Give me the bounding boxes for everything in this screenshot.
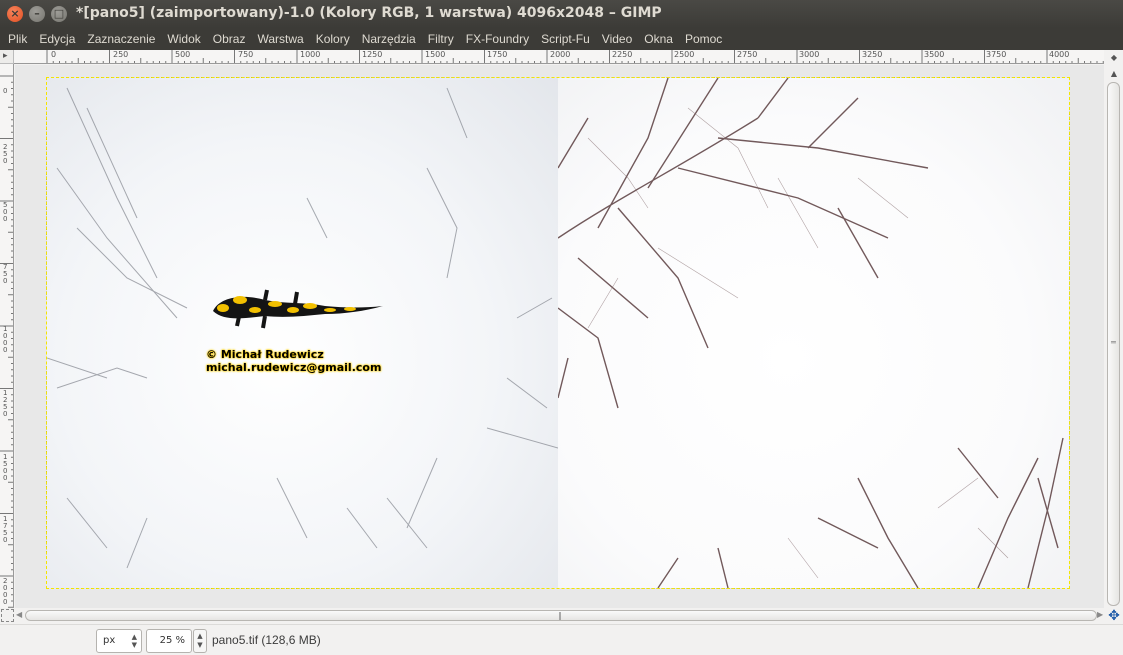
maximize-window-button[interactable]: □ [51,6,67,22]
menu-fx-foundry[interactable]: FX-Foundry [460,32,535,46]
menu-warstwa[interactable]: Warstwa [251,32,309,46]
minimize-icon: – [34,7,40,20]
ruler-corner-menu-button[interactable]: ▸ [0,50,14,64]
ruler-label: 250 [113,50,129,59]
unit-value: px [103,635,116,646]
ruler-label: 1500 [3,453,8,482]
ruler-label: 2000 [3,577,8,606]
ruler-label: 750 [238,50,254,59]
vertical-scrollbar[interactable]: ◆ ▲ ═ [1105,50,1123,608]
panorama-image[interactable]: © Michał Rudewicz michal.rudewicz@gmail.… [47,78,1069,588]
ruler-label: 500 [3,201,8,223]
file-info: pano5.tif (128,6 MB) [212,633,321,647]
gimp-window: × – □ *[pano5] (zaimportowany)-1.0 (Kolo… [0,0,1123,655]
menu-pomoc[interactable]: Pomoc [679,32,728,46]
menu-narzedzia[interactable]: Narzędzia [356,32,422,46]
ruler-label: 2500 [674,50,695,59]
ruler-label: 1250 [3,389,8,418]
menu-plik[interactable]: Plik [2,32,33,46]
ruler-label: 0 [51,50,57,59]
maximize-icon: □ [53,7,65,20]
menu-bar: Plik Edycja Zaznaczenie Widok Obraz Wars… [0,28,1123,50]
zoom-value: 25 % [159,635,185,646]
copyright-watermark: © Michał Rudewicz michal.rudewicz@gmail.… [206,348,381,374]
fire-salamander-drawing [213,289,383,329]
menu-filtry[interactable]: Filtry [422,32,460,46]
snow-ground-half: © Michał Rudewicz michal.rudewicz@gmail.… [47,78,558,588]
scroll-up-icon[interactable]: ▲ [1108,68,1120,80]
horizontal-scroll-thumb[interactable]: ‖ [25,610,1097,621]
navigate-icon[interactable]: ✥ [1106,608,1122,624]
bare-trees-drawing [558,78,1064,588]
ruler-label: 1750 [3,515,8,544]
menu-obraz[interactable]: Obraz [207,32,252,46]
horizontal-ruler[interactable]: 0 250 500 750 1000 1250 1500 1750 2000 2… [14,50,1104,64]
sky-trees-half [558,78,1069,588]
menu-widok[interactable]: Widok [161,32,206,46]
menu-kolory[interactable]: Kolory [310,32,356,46]
ruler-label: 1750 [487,50,508,59]
ruler-label: 3250 [862,50,883,59]
menu-script-fu[interactable]: Script-Fu [535,32,596,46]
ruler-label: 1000 [3,325,8,354]
zoom-to-fit-toggle[interactable]: ◆ [1108,52,1120,64]
ruler-label: 4000 [1049,50,1070,59]
close-window-button[interactable]: × [7,6,23,22]
ruler-label: 3500 [924,50,945,59]
grip-icon: ‖ [558,611,562,620]
close-icon: × [10,7,20,20]
unit-selector[interactable]: px ▲ ▼ [96,629,142,653]
arrow-right-icon: ▸ [3,51,8,61]
dry-grass-drawing [47,87,558,569]
status-bar: px ▲ ▼ 25 % ▲ ▼ pano5.tif (128,6 MB) [0,624,1123,655]
ruler-label: 500 [175,50,191,59]
ruler-label: 3000 [799,50,820,59]
ruler-label: 2000 [550,50,571,59]
grip-icon: ═ [1111,338,1116,347]
updown-icon: ▲ ▼ [131,633,137,649]
updown-icon: ▲ ▼ [197,632,203,649]
window-title: *[pano5] (zaimportowany)-1.0 (Kolory RGB… [76,5,662,21]
minimize-window-button[interactable]: – [29,6,45,22]
menu-okna[interactable]: Okna [638,32,679,46]
canvas-area: ▸ 0 250 500 750 1000 1250 1500 1750 2000… [0,50,1123,624]
ruler-label: 3750 [986,50,1007,59]
ruler-label: 0 [3,87,8,95]
menu-edycja[interactable]: Edycja [33,32,81,46]
watermark-author: © Michał Rudewicz [206,348,324,361]
zoom-dropdown-button[interactable]: ▲ ▼ [193,629,207,653]
vertical-ruler[interactable]: 0 250 500 750 1000 1250 1500 1750 2000 [0,64,14,608]
vertical-scroll-thumb[interactable]: ═ [1107,82,1120,606]
title-bar: × – □ *[pano5] (zaimportowany)-1.0 (Kolo… [0,0,1123,28]
ruler-label: 1000 [300,50,321,59]
scroll-right-icon[interactable]: ▶ [1097,610,1103,619]
watermark-email: michal.rudewicz@gmail.com [206,361,382,374]
menu-video[interactable]: Video [596,32,638,46]
ruler-label: 2250 [612,50,633,59]
image-canvas[interactable]: © Michał Rudewicz michal.rudewicz@gmail.… [15,65,1104,608]
horizontal-scrollbar[interactable]: ◀ ‖ ▶ [15,608,1105,624]
ruler-label: 1500 [425,50,446,59]
zoom-input[interactable]: 25 % [146,629,192,653]
menu-zaznaczenie[interactable]: Zaznaczenie [81,32,161,46]
ruler-label: 2750 [737,50,758,59]
quick-mask-toggle[interactable] [1,609,14,622]
ruler-label: 250 [3,143,8,165]
ruler-label: 750 [3,263,8,285]
scroll-left-icon[interactable]: ◀ [16,610,22,619]
ruler-label: 1250 [362,50,383,59]
